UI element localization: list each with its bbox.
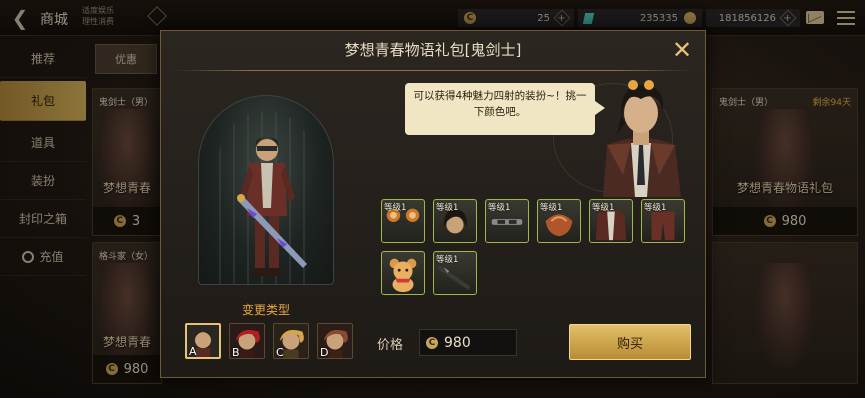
item-slot[interactable]: 等级1 xyxy=(641,199,685,243)
item-level: 等级1 xyxy=(644,203,667,213)
variant-label: A xyxy=(189,345,197,358)
variant-label: C xyxy=(276,346,284,359)
package-detail-dialog: 梦想青春物语礼包[鬼剑士] ✕ 变更类型 A B C D 可以获得4种魅力四射的… xyxy=(160,30,706,378)
change-type-label: 变更类型 xyxy=(241,303,290,317)
variant-label: D xyxy=(320,346,329,359)
item-level: 等级1 xyxy=(592,203,615,213)
item-slot[interactable]: 等级1 xyxy=(433,251,477,295)
item-slot[interactable]: 等级1 xyxy=(485,199,529,243)
dialog-title: 梦想青春物语礼包[鬼剑士] xyxy=(344,41,522,59)
item-level: 等级1 xyxy=(488,203,511,213)
variant-label: B xyxy=(232,346,240,359)
price-display: C 980 xyxy=(419,329,517,356)
variant-option-d[interactable]: D xyxy=(317,323,353,359)
price-label: 价格 xyxy=(377,338,404,353)
character-figure xyxy=(237,137,307,276)
npc-speech-bubble: 可以获得4种魅力四射的装扮~！挑一下颜色吧。 xyxy=(405,83,605,135)
item-slot[interactable]: 等级1 xyxy=(589,199,633,243)
item-level: 等级1 xyxy=(436,255,459,265)
close-icon[interactable]: ✕ xyxy=(669,37,695,63)
item-level: 等级1 xyxy=(540,203,563,213)
variant-option-c[interactable]: C xyxy=(273,323,309,359)
variant-option-a[interactable]: A xyxy=(185,323,221,359)
item-level: 等级1 xyxy=(384,203,407,213)
cera-coin-icon: C xyxy=(426,337,438,349)
teddy-bear-icon xyxy=(389,258,417,293)
item-slot[interactable]: 等级1 xyxy=(537,199,581,243)
character-preview[interactable] xyxy=(198,95,334,285)
variant-option-b[interactable]: B xyxy=(229,323,265,359)
buy-button[interactable]: 购买 xyxy=(569,324,691,360)
item-level: 等级1 xyxy=(436,203,459,213)
item-slot[interactable]: 等级1 xyxy=(381,199,425,243)
npc-portrait xyxy=(603,80,681,197)
item-slot[interactable]: 等级1 xyxy=(433,199,477,243)
variant-selector: A B C D xyxy=(185,323,360,363)
title-divider xyxy=(173,70,693,71)
price-value: 980 xyxy=(444,334,471,351)
item-slot[interactable] xyxy=(381,251,425,295)
